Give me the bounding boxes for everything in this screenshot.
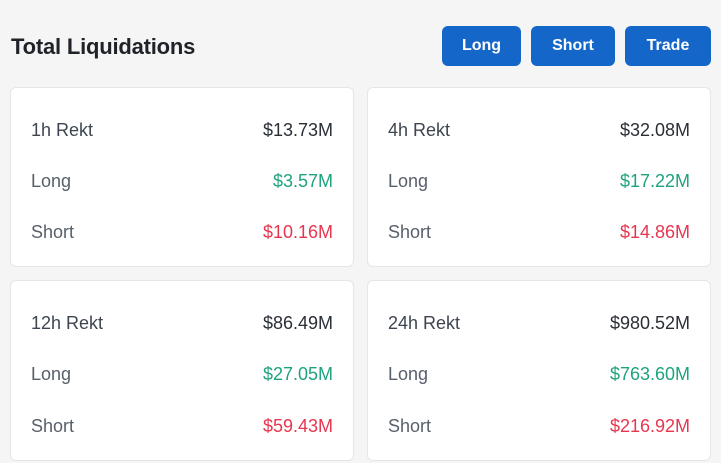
long-label: Long <box>388 170 429 191</box>
long-value: $763.60M <box>609 363 690 384</box>
long-button[interactable]: Long <box>442 26 521 66</box>
card-4h: 4h Rekt $32.08M Long $17.22M Short $14.8… <box>367 87 711 267</box>
long-value: $17.22M <box>619 170 690 191</box>
long-value: $3.57M <box>272 170 333 191</box>
short-label: Short <box>388 221 432 242</box>
card-period-label: 4h Rekt <box>388 119 451 140</box>
card-1h: 1h Rekt $13.73M Long $3.57M Short $10.16… <box>10 87 354 267</box>
short-label: Short <box>31 221 75 242</box>
card-short-row: Short $14.86M <box>388 220 690 244</box>
short-value: $59.43M <box>262 415 333 436</box>
card-total-row: 24h Rekt $980.52M <box>388 311 690 335</box>
card-12h: 12h Rekt $86.49M Long $27.05M Short $59.… <box>10 280 354 461</box>
card-long-row: Long $3.57M <box>31 169 333 193</box>
trade-button[interactable]: Trade <box>625 26 711 66</box>
card-period-label: 24h Rekt <box>388 312 461 333</box>
header: Total Liquidations Long Short Trade <box>0 0 721 82</box>
card-total-value: $13.73M <box>262 119 333 140</box>
short-button[interactable]: Short <box>531 26 615 66</box>
long-label: Long <box>31 170 72 191</box>
card-long-row: Long $27.05M <box>31 362 333 386</box>
short-value: $14.86M <box>619 221 690 242</box>
short-label: Short <box>388 415 432 436</box>
page-title: Total Liquidations <box>11 34 196 59</box>
card-total-value: $86.49M <box>262 312 333 333</box>
card-24h: 24h Rekt $980.52M Long $763.60M Short $2… <box>367 280 711 461</box>
card-total-row: 12h Rekt $86.49M <box>31 311 333 335</box>
short-value: $10.16M <box>262 221 333 242</box>
card-long-row: Long $763.60M <box>388 362 690 386</box>
card-total-value: $980.52M <box>609 312 690 333</box>
card-long-row: Long $17.22M <box>388 169 690 193</box>
card-short-row: Short $10.16M <box>31 220 333 244</box>
card-period-label: 1h Rekt <box>31 119 94 140</box>
card-total-row: 4h Rekt $32.08M <box>388 118 690 142</box>
card-total-row: 1h Rekt $13.73M <box>31 118 333 142</box>
long-label: Long <box>31 363 72 384</box>
short-label: Short <box>31 415 75 436</box>
card-total-value: $32.08M <box>619 119 690 140</box>
action-buttons: Long Short Trade <box>442 26 711 66</box>
card-short-row: Short $216.92M <box>388 414 690 438</box>
liquidations-widget: Total Liquidations Long Short Trade 1h R… <box>0 0 721 463</box>
long-label: Long <box>388 363 429 384</box>
card-short-row: Short $59.43M <box>31 414 333 438</box>
card-period-label: 12h Rekt <box>31 312 104 333</box>
short-value: $216.92M <box>609 415 690 436</box>
long-value: $27.05M <box>262 363 333 384</box>
